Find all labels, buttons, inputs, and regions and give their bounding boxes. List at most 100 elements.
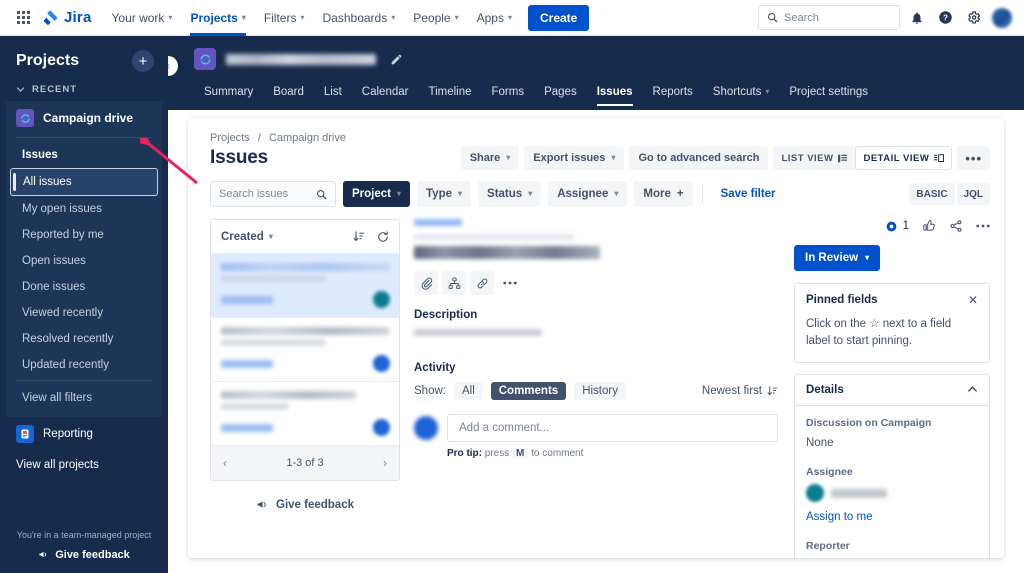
tab-pages[interactable]: Pages [534, 80, 587, 106]
more-icon[interactable] [976, 224, 990, 228]
filter-status-button[interactable]: Status ▾ [478, 181, 542, 207]
notifications-bell-icon[interactable] [906, 7, 928, 29]
give-feedback-link[interactable]: Give feedback [210, 481, 400, 511]
filter-more-button[interactable]: More + [634, 181, 693, 207]
jira-logo[interactable]: Jira [38, 9, 102, 26]
nav-item-filters[interactable]: Filters ▾ [256, 5, 313, 31]
user-avatar[interactable] [992, 7, 1012, 28]
project-tabs: Summary Board List Calendar Timeline For… [168, 70, 1024, 106]
refresh-icon[interactable] [377, 230, 389, 243]
add-project-button[interactable]: + [132, 50, 154, 72]
tab-project-settings[interactable]: Project settings [779, 80, 878, 106]
tab-shortcuts[interactable]: Shortcuts ▾ [703, 80, 780, 106]
global-search-input[interactable]: Search [758, 5, 900, 30]
pagination-next-button[interactable]: › [383, 456, 387, 470]
sidebar-section-issues[interactable]: Issues [10, 142, 158, 168]
sidebar-item-open-issues[interactable]: Open issues [10, 248, 158, 274]
assign-to-me-link[interactable]: Assign to me [806, 509, 978, 526]
projects-sidebar: Projects + RECENT Campaign drive Issues … [0, 36, 168, 573]
tab-forms[interactable]: Forms [482, 80, 535, 106]
issue-list-item[interactable] [211, 382, 399, 446]
jira-issues-page: Jira Your work ▾ Projects ▾ Filters ▾ Da… [0, 0, 1024, 573]
link-icon[interactable] [470, 271, 494, 295]
sidebar-item-updated-recently[interactable]: Updated recently [10, 352, 158, 378]
nav-item-your-work[interactable]: Your work ▾ [104, 5, 181, 31]
save-filter-button[interactable]: Save filter [712, 181, 785, 207]
issue-key-redacted [221, 423, 273, 432]
breadcrumb-campaign-drive[interactable]: Campaign drive [269, 132, 346, 144]
details-header[interactable]: Details [795, 375, 989, 406]
chevron-down-icon [16, 87, 25, 92]
filter-type-button[interactable]: Type ▾ [417, 181, 472, 207]
app-switcher-icon[interactable] [10, 5, 36, 31]
sort-descending-icon[interactable] [353, 230, 365, 243]
sidebar-project-group: Campaign drive Issues All issues My open… [6, 101, 162, 417]
sidebar-item-view-all-filters[interactable]: View all filters [10, 385, 158, 411]
sidebar-give-feedback[interactable]: Give feedback [38, 549, 130, 561]
nav-item-projects[interactable]: Projects ▾ [182, 5, 253, 36]
settings-gear-icon[interactable] [962, 7, 984, 29]
activity-tab-all[interactable]: All [453, 382, 483, 400]
sidebar-item-reported-by-me[interactable]: Reported by me [10, 222, 158, 248]
basic-mode-button[interactable]: BASIC [909, 183, 955, 205]
tab-timeline[interactable]: Timeline [418, 80, 481, 106]
status-button[interactable]: In Review ▾ [794, 245, 881, 271]
sidebar-item-reporting[interactable]: Reporting [0, 417, 168, 451]
export-issues-button[interactable]: Export issues ▾ [524, 146, 625, 170]
issue-list-item[interactable] [211, 254, 399, 318]
breadcrumb-projects[interactable]: Projects [210, 132, 250, 144]
edit-project-icon[interactable] [390, 53, 403, 66]
tab-issues[interactable]: Issues [587, 80, 643, 106]
filter-project-button[interactable]: Project ▾ [343, 181, 411, 207]
nav-item-people[interactable]: People ▾ [405, 5, 466, 31]
nav-item-dashboards[interactable]: Dashboards ▾ [315, 5, 404, 31]
chevron-up-icon[interactable] [967, 384, 978, 395]
detail-view-button[interactable]: DETAIL VIEW [855, 146, 953, 170]
share-button[interactable]: Share ▾ [460, 146, 520, 170]
watch-issue-button[interactable]: 1 [885, 220, 909, 233]
sidebar-item-my-open-issues[interactable]: My open issues [10, 196, 158, 222]
activity-sort-button[interactable]: Newest first [702, 385, 778, 397]
add-comment-input[interactable]: Add a comment... [447, 414, 778, 442]
sidebar-item-done-issues[interactable]: Done issues [10, 274, 158, 300]
share-icon[interactable] [949, 219, 963, 233]
list-view-button[interactable]: LIST VIEW [773, 146, 855, 170]
sidebar-title: Projects [16, 52, 80, 69]
tab-list[interactable]: List [314, 80, 352, 106]
nav-item-apps[interactable]: Apps ▾ [469, 5, 520, 31]
issue-list-pagination: ‹ 1-3 of 3 › [211, 446, 399, 480]
go-to-advanced-search-button[interactable]: Go to advanced search [629, 146, 769, 170]
jql-mode-button[interactable]: JQL [956, 183, 990, 205]
project-title-row [168, 36, 1024, 70]
tab-reports[interactable]: Reports [643, 80, 703, 106]
sidebar-item-all-issues[interactable]: All issues [10, 168, 158, 196]
tab-calendar[interactable]: Calendar [352, 80, 419, 106]
attach-icon[interactable] [414, 271, 438, 295]
close-icon[interactable]: ✕ [968, 293, 978, 307]
sidebar-divider [16, 137, 152, 138]
sidebar-item-resolved-recently[interactable]: Resolved recently [10, 326, 158, 352]
sidebar-item-view-all-projects[interactable]: View all projects [0, 451, 168, 479]
issue-list-item[interactable] [211, 318, 399, 382]
activity-tab-comments[interactable]: Comments [490, 382, 567, 400]
issue-assignee-avatar [373, 419, 390, 436]
sidebar-project-campaign-drive[interactable]: Campaign drive [6, 103, 162, 135]
child-issue-icon[interactable] [442, 271, 466, 295]
issue-side-icons: 1 [794, 219, 990, 233]
more-icon[interactable] [498, 271, 522, 295]
tab-summary[interactable]: Summary [194, 80, 263, 106]
page-more-button[interactable]: ••• [957, 146, 990, 170]
assignee-value[interactable] [806, 484, 978, 503]
filter-assignee-button[interactable]: Assignee ▾ [548, 181, 628, 207]
thumbs-up-icon[interactable] [922, 219, 936, 233]
help-icon[interactable]: ? [934, 7, 956, 29]
pagination-prev-button[interactable]: ‹ [223, 456, 227, 470]
create-button[interactable]: Create [528, 4, 590, 31]
search-issues-input[interactable]: Search issues [210, 181, 336, 207]
sidebar-recent-section[interactable]: RECENT [0, 80, 168, 101]
sidebar-header: Projects + [0, 36, 168, 80]
sidebar-item-viewed-recently[interactable]: Viewed recently [10, 300, 158, 326]
activity-tab-history[interactable]: History [574, 382, 626, 400]
issue-list-sort-button[interactable]: Created ▾ [221, 231, 273, 243]
tab-board[interactable]: Board [263, 80, 314, 106]
